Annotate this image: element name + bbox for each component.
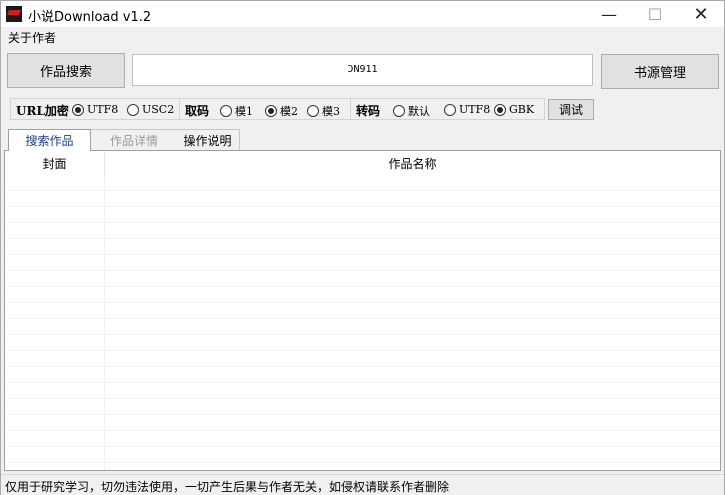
- radio-unchecked-icon: [393, 105, 405, 117]
- tab-instructions[interactable]: 操作说明: [176, 129, 240, 150]
- table-row: [5, 287, 720, 303]
- status-text: 仅用于研究学习，切勿违法使用，一切产生后果与作者无关，如侵权请联系作者删除: [5, 480, 450, 494]
- app-logo-icon: [6, 6, 22, 22]
- menu-bar: 关于作者: [1, 27, 724, 47]
- app-window: 小说Download v1.2 — ☐ ✕ 关于作者 作品搜索 ϽN911 书源…: [0, 0, 725, 495]
- search-button[interactable]: 作品搜索: [7, 53, 125, 88]
- fetch-radio-mode3[interactable]: 模3: [307, 103, 340, 119]
- menu-item-about[interactable]: 关于作者: [8, 29, 56, 46]
- tab-search[interactable]: 搜索作品: [8, 129, 91, 151]
- table-row: [5, 239, 720, 255]
- convert-radio-default[interactable]: 默认: [393, 103, 430, 119]
- radio-checked-icon: [72, 103, 84, 116]
- table-row: [5, 383, 720, 399]
- table-row: [5, 207, 720, 223]
- table-row: [5, 255, 720, 271]
- table-row: [5, 335, 720, 351]
- table-row: [5, 447, 720, 463]
- window-title: 小说Download v1.2: [28, 10, 152, 25]
- table-row: [5, 431, 720, 447]
- table-row: [5, 351, 720, 367]
- convert-group: 转码 默认 UTF8 GBK: [350, 98, 545, 120]
- results-table[interactable]: 封面 作品名称: [4, 150, 721, 471]
- radio-checked-icon: [494, 103, 506, 116]
- fetch-radio-mode1[interactable]: 模1: [220, 103, 253, 119]
- table-row: [5, 319, 720, 335]
- table-row: [5, 191, 720, 207]
- table-row: [5, 175, 720, 191]
- fetch-mode-group: 取码 模1 模2 模3: [179, 98, 351, 120]
- table-row: [5, 223, 720, 239]
- convert-radio-utf8[interactable]: UTF8: [444, 103, 490, 116]
- convert-label: 转码: [356, 104, 381, 118]
- radio-unchecked-icon: [307, 105, 319, 117]
- fetch-mode-label: 取码: [185, 104, 210, 118]
- table-row: [5, 399, 720, 415]
- radio-checked-icon: [265, 105, 277, 117]
- tab-strip: 搜索作品 作品详情 操作说明: [4, 129, 721, 151]
- convert-radio-gbk[interactable]: GBK: [494, 103, 534, 116]
- minimize-button[interactable]: —: [586, 1, 632, 27]
- radio-unchecked-icon: [220, 105, 232, 117]
- search-input[interactable]: ϽN911: [132, 54, 593, 86]
- radio-unchecked-icon: [444, 103, 456, 116]
- table-row: [5, 367, 720, 383]
- close-button[interactable]: ✕: [678, 1, 724, 27]
- title-bar: 小说Download v1.2 — ☐ ✕: [1, 1, 724, 27]
- column-header-name[interactable]: 作品名称: [105, 151, 720, 175]
- table-row: [5, 271, 720, 287]
- url-encode-group: URL加密 UTF8 USC2: [10, 98, 180, 120]
- maximize-button[interactable]: ☐: [632, 1, 678, 27]
- debug-button[interactable]: 调试: [548, 99, 594, 120]
- table-row: [5, 303, 720, 319]
- column-header-cover[interactable]: 封面: [5, 151, 105, 175]
- status-bar: 仅用于研究学习，切勿违法使用，一切产生后果与作者无关，如侵权请联系作者删除: [1, 474, 724, 495]
- table-row: [5, 415, 720, 431]
- source-manage-button[interactable]: 书源管理: [601, 54, 719, 89]
- fetch-radio-mode2[interactable]: 模2: [265, 103, 298, 119]
- radio-unchecked-icon: [127, 103, 139, 116]
- tab-details[interactable]: 作品详情: [90, 129, 178, 150]
- url-encode-label: URL加密: [16, 104, 69, 118]
- url-radio-utf8[interactable]: UTF8: [72, 103, 118, 116]
- table-header: 封面 作品名称: [5, 151, 720, 175]
- url-radio-usc2[interactable]: USC2: [127, 103, 174, 116]
